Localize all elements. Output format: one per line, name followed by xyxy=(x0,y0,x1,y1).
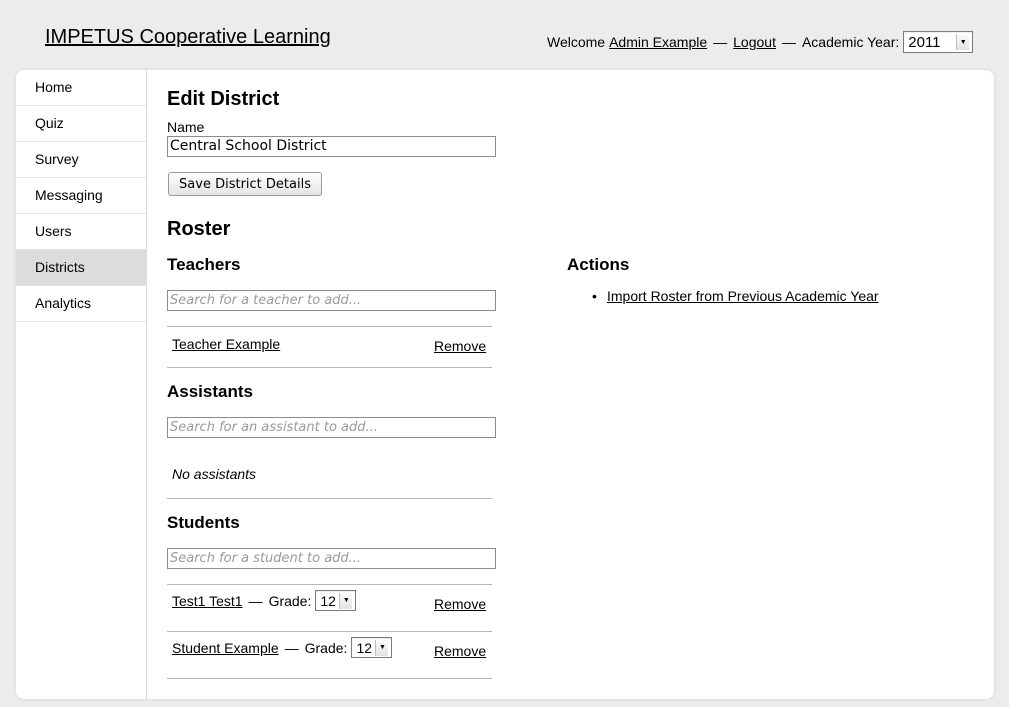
grade-label: Grade: xyxy=(304,639,348,656)
actions-heading: Actions xyxy=(567,255,630,274)
grade-value: 12 xyxy=(356,639,373,656)
students-heading: Students xyxy=(167,513,240,532)
sidebar-item-messaging[interactable]: Messaging xyxy=(16,178,146,214)
no-assistants-text: No assistants xyxy=(172,466,257,482)
sidebar-item-analytics[interactable]: Analytics xyxy=(16,286,146,322)
chevron-down-icon: ▼ xyxy=(339,592,353,609)
separator: — xyxy=(248,592,263,609)
roster-heading: Roster xyxy=(167,218,231,240)
sidebar-item-survey[interactable]: Survey xyxy=(16,142,146,178)
bullet-icon: • xyxy=(592,288,597,304)
remove-student-link[interactable]: Remove xyxy=(434,643,486,659)
student-search-input[interactable]: Search for a student to add... xyxy=(167,548,496,569)
teachers-heading: Teachers xyxy=(167,255,241,274)
grade-select[interactable]: 12 ▼ xyxy=(351,637,393,658)
import-roster-link[interactable]: Import Roster from Previous Academic Yea… xyxy=(607,288,879,304)
separator: — xyxy=(781,34,796,50)
actions-list: • Import Roster from Previous Academic Y… xyxy=(592,288,879,304)
academic-year-value: 2011 xyxy=(908,33,941,51)
sidebar-item-districts[interactable]: Districts xyxy=(16,250,146,286)
divider xyxy=(167,584,492,585)
assistant-search-input[interactable]: Search for an assistant to add... xyxy=(167,417,496,438)
logout-link[interactable]: Logout xyxy=(733,34,776,50)
academic-year-select[interactable]: 2011 ▼ xyxy=(903,31,974,53)
main-panel: Home Quiz Survey Messaging Users Distric… xyxy=(16,70,994,699)
teacher-search-input[interactable]: Search for a teacher to add... xyxy=(167,290,496,311)
sidebar-nav: Home Quiz Survey Messaging Users Distric… xyxy=(16,70,147,699)
name-label: Name xyxy=(167,119,205,135)
divider xyxy=(167,631,492,632)
student-name-link[interactable]: Test1 Test1 xyxy=(172,593,243,609)
district-name-field[interactable]: Central School District xyxy=(167,136,496,157)
separator: — xyxy=(713,34,728,50)
divider xyxy=(167,367,492,368)
sidebar-item-home[interactable]: Home xyxy=(16,70,146,106)
grade-value: 12 xyxy=(320,592,336,609)
chevron-down-icon: ▼ xyxy=(375,639,389,656)
list-item: • Import Roster from Previous Academic Y… xyxy=(592,288,879,304)
assistants-heading: Assistants xyxy=(167,382,253,401)
separator: — xyxy=(284,639,299,656)
student-row: Test1 Test1 — Grade: 12 ▼ xyxy=(172,590,357,611)
chevron-down-icon: ▼ xyxy=(956,34,970,50)
sidebar-item-users[interactable]: Users xyxy=(16,214,146,250)
teacher-name-link[interactable]: Teacher Example xyxy=(172,336,280,352)
user-profile-link[interactable]: Admin Example xyxy=(609,34,707,50)
grade-label: Grade: xyxy=(268,592,312,609)
welcome-text: Welcome xyxy=(547,34,606,50)
divider xyxy=(167,326,492,327)
remove-student-link[interactable]: Remove xyxy=(434,596,486,612)
grade-select[interactable]: 12 ▼ xyxy=(315,590,357,611)
site-title-link[interactable]: IMPETUS Cooperative Learning xyxy=(45,26,331,49)
remove-teacher-link[interactable]: Remove xyxy=(434,338,486,354)
sidebar-item-quiz[interactable]: Quiz xyxy=(16,106,146,142)
academic-year-label: Academic Year: xyxy=(801,34,900,50)
page-title: Edit District xyxy=(167,88,280,110)
teacher-row: Teacher Example xyxy=(172,336,280,352)
divider xyxy=(167,498,492,499)
divider xyxy=(167,678,492,679)
student-name-link[interactable]: Student Example xyxy=(172,640,279,656)
user-bar: Welcome Admin Example — Logout — Academi… xyxy=(547,31,974,53)
save-district-button[interactable]: Save District Details xyxy=(168,172,322,196)
student-row: Student Example — Grade: 12 ▼ xyxy=(172,637,393,658)
